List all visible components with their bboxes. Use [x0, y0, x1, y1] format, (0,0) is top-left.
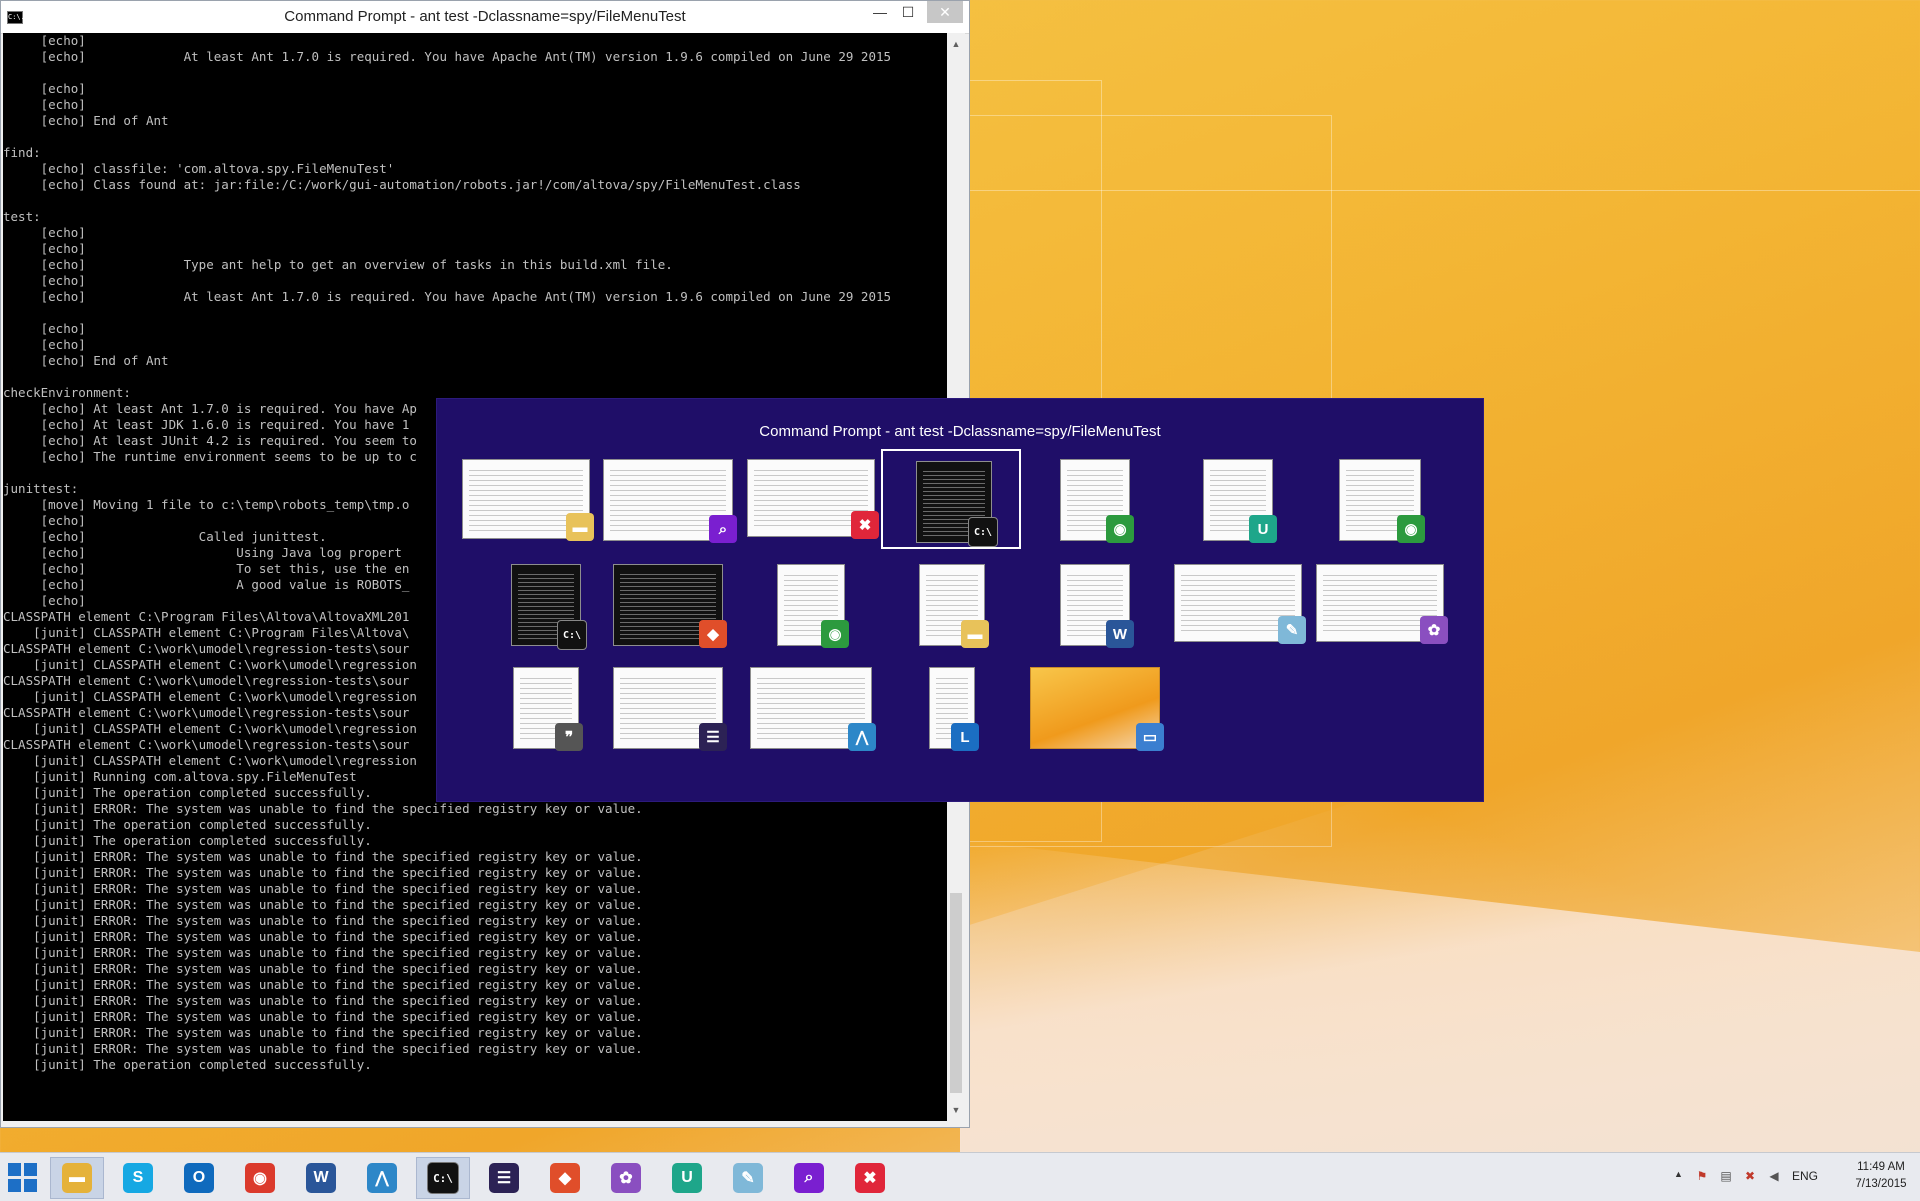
printer-icon[interactable]: ▤: [1718, 1169, 1734, 1183]
chat-app-thumbnail[interactable]: ❞: [475, 657, 615, 757]
start-button[interactable]: [8, 1163, 38, 1193]
folder-icon: ▬: [62, 1163, 92, 1193]
taskbar-file-explorer[interactable]: ▬: [50, 1157, 104, 1199]
switcher-title: Command Prompt - ant test -Dclassname=sp…: [759, 423, 1161, 440]
eclipse-icon: ☰: [489, 1163, 519, 1193]
magnifier-icon: ⌕: [794, 1163, 824, 1193]
search-app-thumbnail[interactable]: ⌕: [597, 449, 737, 549]
notepad-icon: ✎: [733, 1163, 763, 1193]
network-warning-icon[interactable]: ⚑: [1694, 1169, 1710, 1183]
chrome-page-thumbnail[interactable]: ◉: [740, 554, 880, 654]
volume-icon[interactable]: ◀: [1766, 1169, 1782, 1183]
chrome-icon: ◉: [821, 620, 849, 648]
close-button[interactable]: ✕: [927, 1, 963, 23]
desktop-thumbnail[interactable]: ▭: [1024, 657, 1164, 757]
taskbar: ▬ S O ◉ W ⋀ C:\ ☰ ◆ ✿ U ✎ ⌕ ✖ ▲ ⚑ ▤ ✖ ◀ ENG 11:49 AM …: [0, 1152, 1920, 1201]
lync-thumbnail[interactable]: L: [881, 657, 1021, 757]
umodel-icon: U: [1249, 515, 1277, 543]
taskbar-command-prompt[interactable]: C:\: [416, 1157, 470, 1199]
folder-icon: ▬: [566, 513, 594, 541]
taskbar-eclipse[interactable]: ☰: [477, 1157, 531, 1199]
eclipse-thumbnail[interactable]: ☰: [597, 657, 737, 757]
explorer-window-thumbnail[interactable]: ▬: [455, 449, 595, 547]
clock[interactable]: 11:49 AM 7/13/2015: [1846, 1159, 1916, 1193]
command-prompt-2-thumbnail[interactable]: C:\: [475, 554, 615, 654]
diffdog-thumbnail[interactable]: ⋀: [740, 657, 880, 757]
scroll-down-arrow-icon[interactable]: ▼: [947, 1101, 965, 1119]
scrollbar-thumb[interactable]: [950, 893, 962, 1093]
command-prompt-icon: C:\: [557, 620, 587, 650]
chrome-icon: ◉: [1397, 515, 1425, 543]
xmlspy-icon: ✖: [855, 1163, 885, 1193]
xmlspy-thumbnail[interactable]: ✖: [740, 449, 880, 545]
lync-icon: L: [951, 723, 979, 751]
xmlspy-icon: ✖: [851, 511, 879, 539]
clock-time: 11:49 AM: [1857, 1161, 1905, 1173]
diff-icon: ⋀: [367, 1163, 397, 1193]
quote-icon: ❞: [555, 723, 583, 751]
word-icon: W: [306, 1163, 336, 1193]
clock-date: 7/13/2015: [1855, 1178, 1907, 1190]
command-prompt-icon: C:\: [427, 1162, 459, 1194]
chrome-icon: ◉: [1106, 515, 1134, 543]
notepad-thumbnail[interactable]: ✎: [1167, 554, 1307, 650]
umodel-thumbnail[interactable]: U: [1167, 449, 1307, 549]
git-icon: ◆: [699, 620, 727, 648]
word-icon: W: [1106, 620, 1134, 648]
taskbar-search-app[interactable]: ⌕: [782, 1157, 836, 1199]
taskbar-word[interactable]: W: [294, 1157, 348, 1199]
folder-icon: ▬: [961, 620, 989, 648]
desktop-icon: ▭: [1136, 723, 1164, 751]
taskbar-git[interactable]: ◆: [538, 1157, 592, 1199]
skype-icon: S: [123, 1163, 153, 1193]
input-language[interactable]: ENG: [1792, 1169, 1818, 1183]
magnifier-icon: ⌕: [709, 515, 737, 543]
taskbar-skype[interactable]: S: [111, 1157, 165, 1199]
taskbar-notepad[interactable]: ✎: [721, 1157, 775, 1199]
taskbar-xmlspy[interactable]: ✖: [843, 1157, 897, 1199]
taskbar-umodel[interactable]: U: [660, 1157, 714, 1199]
paw-icon: ✿: [611, 1163, 641, 1193]
action-center-icon[interactable]: ✖: [1742, 1169, 1758, 1183]
notepad-icon: ✎: [1278, 616, 1306, 644]
eclipse-icon: ☰: [699, 723, 727, 751]
command-prompt-thumbnail[interactable]: C:\: [881, 449, 1021, 549]
alt-tab-switcher: Command Prompt - ant test -Dclassname=sp…: [436, 398, 1484, 802]
diff-icon: ⋀: [848, 723, 876, 751]
taskbar-diffdog[interactable]: ⋀: [355, 1157, 409, 1199]
outlook-icon: O: [184, 1163, 214, 1193]
system-tray: ▲ ⚑ ▤ ✖ ◀ ENG 11:49 AM 7/13/2015: [1660, 1153, 1920, 1201]
umodel-icon: U: [672, 1163, 702, 1193]
word-document-thumbnail[interactable]: W: [1024, 554, 1164, 654]
chrome-document-thumbnail[interactable]: ◉: [1309, 449, 1449, 549]
explorer-folder-thumbnail[interactable]: ▬: [881, 554, 1021, 654]
paw-icon: ✿: [1420, 616, 1448, 644]
window-titlebar[interactable]: C:\. Command Prompt - ant test -Dclassna…: [1, 1, 969, 34]
minimize-button[interactable]: —: [865, 1, 895, 23]
window-title: Command Prompt - ant test -Dclassname=sp…: [284, 8, 686, 25]
taskbar-outlook[interactable]: O: [172, 1157, 226, 1199]
scroll-up-arrow-icon[interactable]: ▲: [947, 35, 965, 53]
chrome-console-thumbnail[interactable]: ◉: [1024, 449, 1164, 549]
chrome-icon: ◉: [245, 1163, 275, 1193]
paint-app-thumbnail[interactable]: ✿: [1309, 554, 1449, 650]
git-bash-thumbnail[interactable]: ◆: [597, 554, 737, 654]
command-prompt-icon: C:\: [968, 517, 998, 547]
git-icon: ◆: [550, 1163, 580, 1193]
maximize-button[interactable]: ☐: [893, 1, 923, 23]
taskbar-chrome[interactable]: ◉: [233, 1157, 287, 1199]
show-hidden-icons-icon[interactable]: ▲: [1674, 1169, 1683, 1179]
taskbar-paint[interactable]: ✿: [599, 1157, 653, 1199]
